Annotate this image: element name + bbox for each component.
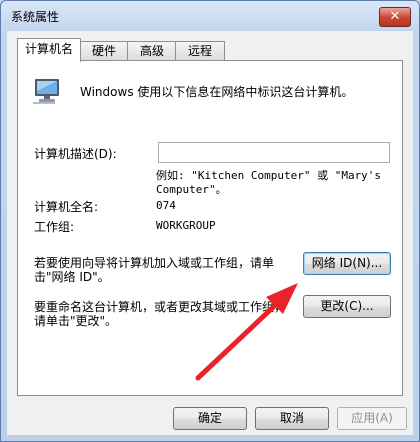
close-icon: ✕ <box>389 9 401 24</box>
tab-hardware[interactable]: 硬件 <box>79 41 129 61</box>
tab-advanced[interactable]: 高级 <box>127 41 177 61</box>
window-title: 系统属性 <box>11 10 60 24</box>
example-text-line2: Computer"。 <box>156 183 227 196</box>
apply-button[interactable]: 应用(A) <box>337 407 407 430</box>
ok-button[interactable]: 确定 <box>173 407 247 430</box>
full-name-value: 074 <box>156 199 176 212</box>
workgroup-value: WORKGROUP <box>156 219 216 232</box>
cancel-button[interactable]: 取消 <box>255 407 329 430</box>
change-button[interactable]: 更改(C)... <box>303 295 391 318</box>
cancel-button-label: 取消 <box>279 411 304 425</box>
tab-label: 计算机名 <box>24 42 73 56</box>
apply-button-label: 应用(A) <box>351 411 393 425</box>
tab-label: 高级 <box>139 44 164 58</box>
ok-button-label: 确定 <box>197 411 222 425</box>
tab-computer-name[interactable]: 计算机名 <box>17 38 81 62</box>
description-field[interactable] <box>158 142 390 163</box>
full-name-label: 计算机全名: <box>34 200 99 214</box>
tab-label: 硬件 <box>91 44 116 58</box>
computer-name-panel: Windows 使用以下信息在网络中标识这台计算机。 计算机描述(D): 例如:… <box>17 60 403 396</box>
network-id-button[interactable]: 网络 ID(N)... <box>303 252 391 275</box>
workgroup-label: 工作组: <box>34 220 75 234</box>
change-button-label: 更改(C)... <box>320 299 374 313</box>
description-label: 计算机描述(D): <box>34 147 117 161</box>
dialog-client-area: 计算机名 硬件 高级 远程 Windows 使用以下信息在网络中标识这台计算机。 <box>7 31 413 435</box>
network-id-text-line2: 击"网络 ID"。 <box>34 270 110 284</box>
rename-text-line2: 请单击"更改"。 <box>34 314 118 328</box>
info-text: Windows 使用以下信息在网络中标识这台计算机。 <box>80 85 354 99</box>
monitor-icon <box>33 79 59 104</box>
system-properties-window: 系统属性 ✕ 计算机名 硬件 高级 远程 Windows 使用以下信息在网络中标… <box>0 0 420 442</box>
title-bar[interactable]: 系统属性 ✕ <box>1 1 419 31</box>
network-id-button-label: 网络 ID(N)... <box>311 256 383 270</box>
tab-remote[interactable]: 远程 <box>175 41 225 61</box>
tab-label: 远程 <box>187 44 212 58</box>
close-button[interactable]: ✕ <box>379 7 411 27</box>
